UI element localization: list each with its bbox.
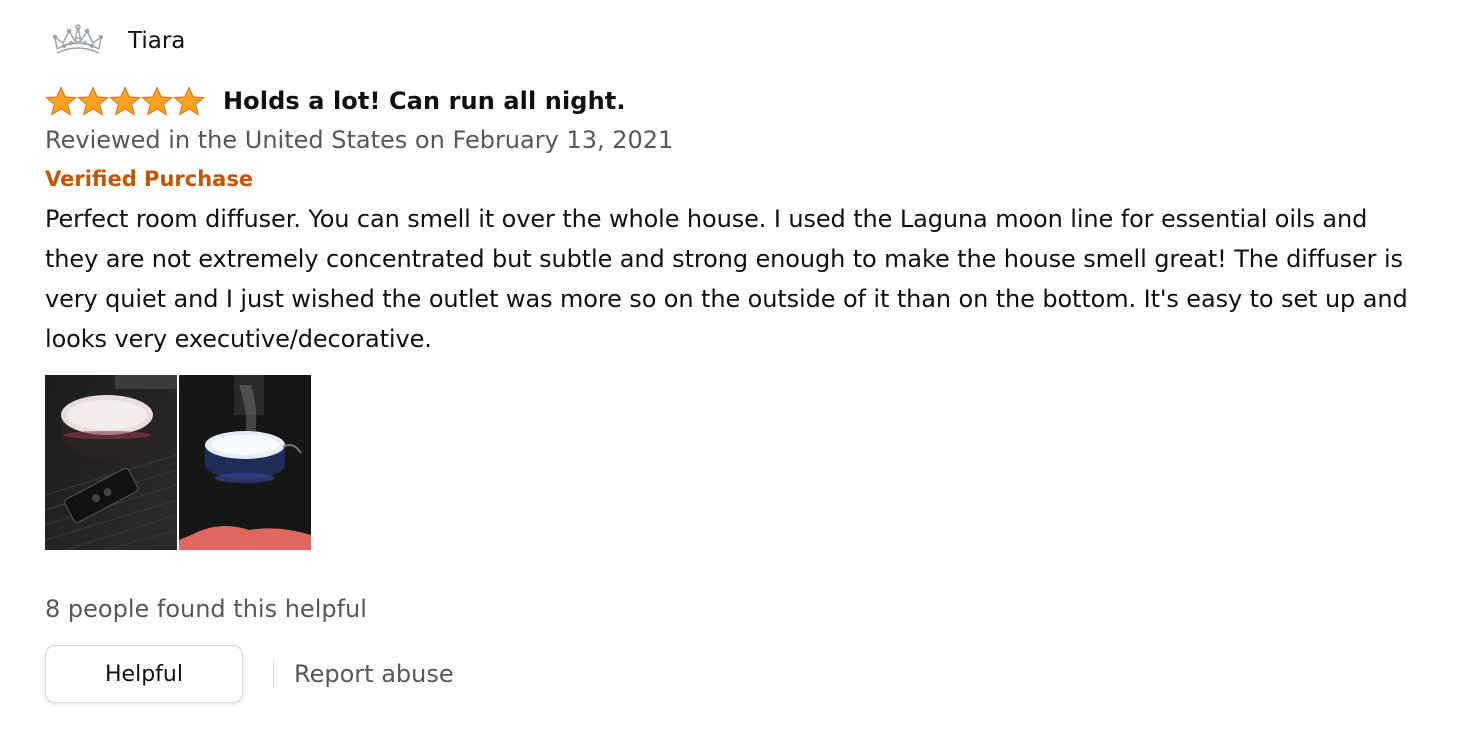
review-images [45,375,1435,550]
star-icon [77,86,109,116]
star-icon [141,86,173,116]
review-image-2[interactable] [179,375,311,550]
review-title[interactable]: Holds a lot! Can run all night. [223,87,626,115]
reviewer-profile[interactable]: Tiara [45,14,1435,68]
helpful-count: 8 people found this helpful [45,595,367,623]
review-actions: Helpful Report abuse [45,645,1435,703]
review-card: Tiara Holds a lot! Can run all night. Re… [45,14,1435,703]
star-icon [109,86,141,116]
report-abuse-link[interactable]: Report abuse [294,660,454,688]
review-body: Perfect room diffuser. You can smell it … [45,205,1408,353]
helpful-button[interactable]: Helpful [45,645,243,703]
star-icon [173,86,205,116]
reviewer-name[interactable]: Tiara [128,28,185,54]
action-divider [273,660,274,688]
star-icon [45,86,77,116]
tiara-crown-icon [49,21,107,61]
verified-purchase-badge: Verified Purchase [45,167,254,191]
review-header: Holds a lot! Can run all night. [45,86,1435,116]
star-rating[interactable] [45,86,205,116]
review-image-1[interactable] [45,375,177,550]
review-date: Reviewed in the United States on Februar… [45,126,674,154]
